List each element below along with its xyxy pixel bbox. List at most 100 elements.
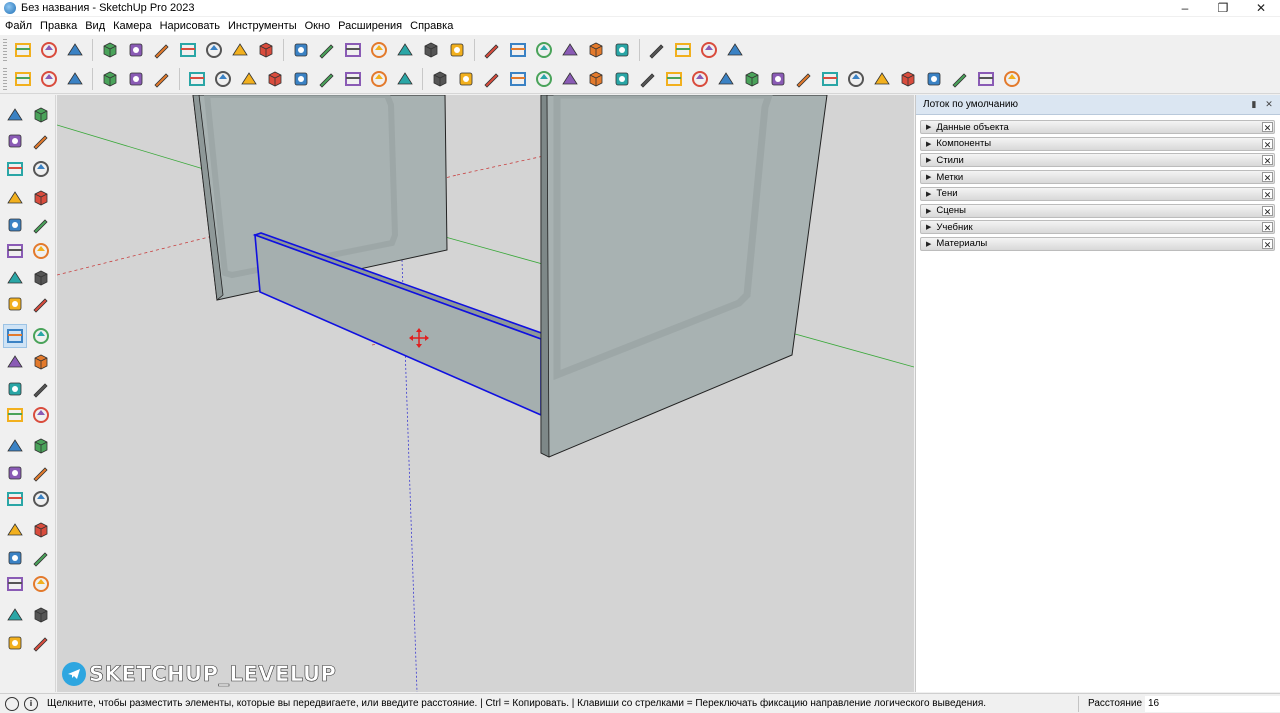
component-select-icon[interactable] [124, 67, 148, 91]
tray-panel[interactable]: ▶ Сцены ✕ [920, 203, 1275, 218]
tray-panel[interactable]: ▶ Метки ✕ [920, 170, 1275, 185]
pencil-icon[interactable] [428, 67, 452, 91]
orbit-icon[interactable] [29, 487, 53, 511]
ocl-material-icon[interactable] [671, 38, 695, 62]
circle-target-icon[interactable] [237, 67, 261, 91]
rectangle-tool-icon[interactable] [3, 213, 27, 237]
tree-icon[interactable] [870, 67, 894, 91]
modeling-viewport[interactable] [57, 95, 914, 692]
tape-icon[interactable] [150, 67, 174, 91]
panel-close-icon[interactable]: ✕ [1262, 222, 1273, 233]
menu-extensions[interactable]: Расширения [334, 17, 406, 35]
tray-panel[interactable]: ▶ Компоненты ✕ [920, 136, 1275, 151]
board-icon[interactable] [480, 67, 504, 91]
rotate-tool-icon[interactable] [3, 350, 27, 374]
expand-arrow-icon[interactable]: ▶ [926, 123, 931, 131]
offset-icon[interactable] [29, 377, 53, 401]
section-display2-icon[interactable] [584, 38, 608, 62]
c-logo-icon[interactable] [393, 67, 417, 91]
protractor-icon[interactable] [29, 403, 53, 427]
section-display-icon[interactable] [558, 38, 582, 62]
menu-tools[interactable]: Инструменты [224, 17, 301, 35]
red-arrow-icon[interactable] [740, 67, 764, 91]
left-view-icon[interactable] [228, 38, 252, 62]
solid-trim-icon[interactable] [63, 67, 87, 91]
expand-arrow-icon[interactable]: ▶ [926, 190, 931, 198]
tray-panel[interactable]: ▶ Материалы ✕ [920, 236, 1275, 251]
telegram-icon[interactable] [1000, 67, 1024, 91]
toolbar-grip[interactable] [3, 39, 7, 61]
ocl-icon[interactable] [645, 38, 669, 62]
position-camera-icon[interactable] [3, 572, 27, 596]
tag-icon[interactable] [3, 157, 27, 181]
walk-tool-icon[interactable] [29, 572, 53, 596]
bottom-view-icon[interactable] [254, 38, 278, 62]
stack-icon[interactable] [532, 67, 556, 91]
panel-close-icon[interactable]: ✕ [1262, 188, 1273, 200]
previous-view-icon[interactable] [29, 546, 53, 570]
zoom-tool-icon[interactable] [3, 518, 27, 542]
front-view-icon[interactable] [150, 38, 174, 62]
post-icon[interactable] [506, 67, 530, 91]
circle-tool-icon[interactable] [3, 239, 27, 263]
textured-style-icon[interactable] [419, 38, 443, 62]
eraser-icon[interactable] [29, 129, 53, 153]
expand-arrow-icon[interactable]: ▶ [926, 240, 931, 248]
tray-panel[interactable]: ▶ Учебник ✕ [920, 220, 1275, 235]
ring-icon[interactable] [341, 67, 365, 91]
panel-close-icon[interactable]: ✕ [1262, 122, 1273, 133]
pie-icon[interactable] [29, 266, 53, 290]
drill-icon[interactable] [792, 67, 816, 91]
percent-icon[interactable] [974, 67, 998, 91]
follow-me-icon[interactable] [29, 350, 53, 374]
section-fill-icon[interactable] [532, 38, 556, 62]
backedges-style-icon[interactable] [315, 38, 339, 62]
model-scene[interactable] [57, 95, 914, 692]
expand-arrow-icon[interactable]: ▶ [926, 156, 931, 164]
back-view-icon[interactable] [202, 38, 226, 62]
freehand-icon[interactable] [29, 186, 53, 210]
walk-icon[interactable] [11, 38, 35, 62]
axes-tool-icon[interactable] [3, 461, 27, 485]
top-view-icon[interactable] [124, 38, 148, 62]
geo-location-icon[interactable] [5, 696, 19, 711]
solid-union-icon[interactable] [11, 67, 35, 91]
paint-bucket-icon[interactable] [3, 129, 27, 153]
menu-camera[interactable]: Камера [109, 17, 155, 35]
box-tan-icon[interactable] [948, 67, 972, 91]
measurements-input[interactable]: 16 [1145, 696, 1280, 712]
panel-close-icon[interactable]: ✕ [1262, 172, 1273, 183]
toolbar-grip[interactable] [3, 67, 7, 90]
recycle-green-icon[interactable] [636, 67, 660, 91]
panel-close-icon[interactable]: ✕ [1262, 155, 1273, 166]
t-icon[interactable] [289, 67, 313, 91]
layer-icon[interactable] [714, 67, 738, 91]
menu-window[interactable]: Окно [301, 17, 335, 35]
select-tool-icon[interactable] [3, 103, 27, 127]
panel-close-icon[interactable]: ✕ [1262, 138, 1273, 150]
menu-help[interactable]: Справка [406, 17, 457, 35]
section-tool-2-icon[interactable] [29, 603, 53, 627]
triangle-icon[interactable] [263, 67, 287, 91]
monochrome-style-icon[interactable] [445, 38, 469, 62]
globe-icon[interactable] [662, 67, 686, 91]
menu-edit[interactable]: Правка [36, 17, 81, 35]
ruler-icon[interactable] [766, 67, 790, 91]
umbrella-icon[interactable] [211, 67, 235, 91]
wireframe-style-icon[interactable] [341, 38, 365, 62]
section-tool-icon[interactable] [3, 487, 27, 511]
house-icon[interactable] [185, 67, 209, 91]
rail-front-face[interactable] [254, 233, 542, 417]
3d-text-icon[interactable] [29, 461, 53, 485]
tray-panel[interactable]: ▶ Стили ✕ [920, 153, 1275, 168]
sandbox-icon[interactable] [3, 631, 27, 655]
polygon-icon[interactable] [29, 239, 53, 263]
section-cut-icon[interactable] [506, 38, 530, 62]
iso-view-icon[interactable] [98, 38, 122, 62]
move-tool-icon[interactable] [3, 324, 27, 348]
box-icon[interactable] [558, 67, 582, 91]
select-icon[interactable] [98, 67, 122, 91]
lasso-icon[interactable] [29, 103, 53, 127]
zoom-extents-icon[interactable] [3, 546, 27, 570]
menu-file[interactable]: Файл [1, 17, 36, 35]
